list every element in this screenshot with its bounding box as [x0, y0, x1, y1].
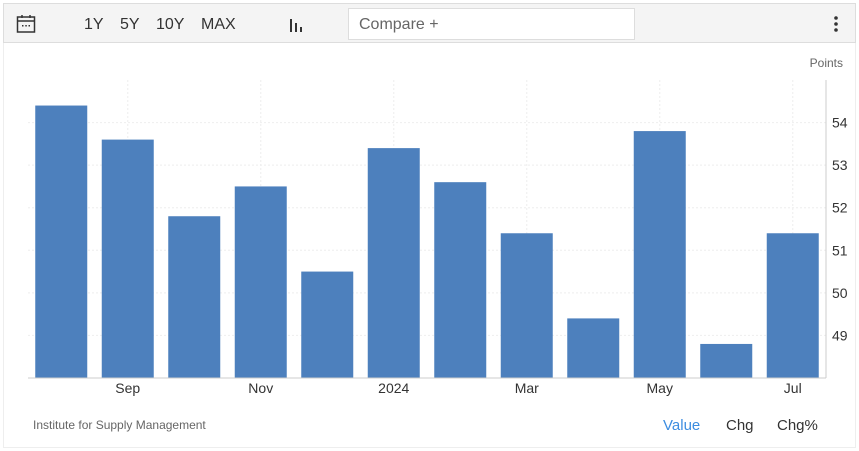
x-tick-label: 2024 — [378, 380, 409, 396]
y-tick-label: 53 — [832, 157, 848, 173]
bar — [700, 343, 753, 378]
bar — [367, 148, 420, 378]
x-tick-label: Sep — [115, 380, 140, 396]
y-tick-label: 54 — [832, 115, 848, 131]
bar — [168, 216, 221, 378]
y-tick-label: 50 — [832, 285, 848, 301]
y-tick-label: 49 — [832, 327, 848, 343]
tab-chg[interactable]: Chg — [726, 417, 754, 434]
tab-value[interactable]: Value — [663, 417, 700, 434]
x-tick-label: Mar — [515, 380, 539, 396]
tab-chg-percent[interactable]: Chg% — [777, 417, 818, 434]
bar — [301, 271, 354, 378]
bar — [567, 318, 620, 378]
x-tick-label: May — [647, 380, 673, 396]
bar — [101, 139, 154, 378]
bar — [35, 105, 88, 379]
x-tick-label: Jul — [784, 380, 802, 396]
bar — [500, 233, 553, 378]
y-tick-label: 51 — [832, 242, 848, 258]
source-label: Institute for Supply Management — [33, 418, 206, 432]
y-tick-label: 52 — [832, 200, 848, 216]
bar-chart: 49 50 51 52 53 54 Sep Nov 2024 Mar May Jul — [28, 80, 848, 396]
bar — [766, 233, 819, 378]
x-tick-label: Nov — [248, 380, 273, 396]
bar — [633, 131, 686, 378]
bar — [434, 182, 487, 378]
bar — [234, 186, 287, 378]
